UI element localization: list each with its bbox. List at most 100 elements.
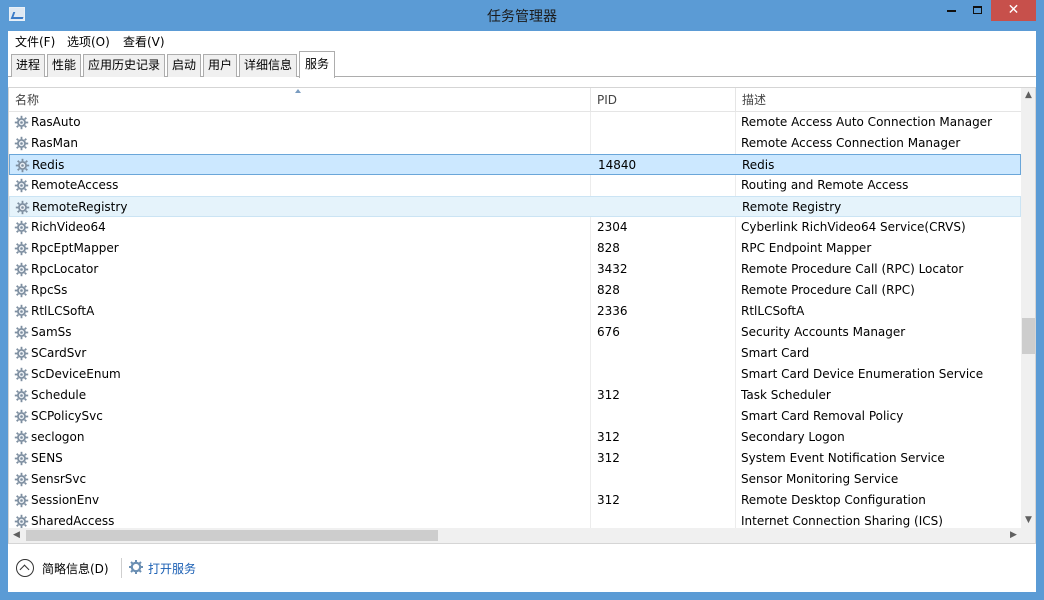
tab-bar: 进程 性能 应用历史记录 启动 用户 详细信息 服务 [8,51,1036,78]
menu-file[interactable]: 文件(F) [15,33,55,50]
maximize-icon [972,5,982,14]
menu-bar: 文件(F) 选项(O) 查看(V) [8,31,1036,51]
minimize-button[interactable] [939,0,964,21]
service-name: RtlLCSoftA [31,304,95,318]
tab-services[interactable]: 服务 [299,51,335,78]
table-row[interactable]: RemoteRegistry Remote Registry [9,196,1021,217]
scroll-left-icon[interactable]: ◀ [9,528,24,543]
vertical-scroll-thumb[interactable] [1022,318,1035,354]
service-description: Security Accounts Manager [741,325,906,339]
minimize-icon [947,9,956,12]
service-name: SCPolicySvc [31,409,103,423]
service-description: Task Scheduler [741,388,831,402]
tab-app-history[interactable]: 应用历史记录 [83,54,165,77]
tab-users[interactable]: 用户 [203,54,237,77]
service-pid: 828 [597,241,620,255]
close-icon: ✕ [1007,2,1020,18]
service-description: Smart Card Removal Policy [741,409,904,423]
service-name: SamSs [31,325,72,339]
tab-processes[interactable]: 进程 [11,54,45,77]
horizontal-scrollbar[interactable]: ◀ ▶ [9,528,1021,543]
maximize-button[interactable] [964,0,990,21]
service-name: SessionEnv [31,493,100,507]
service-name: SENS [31,451,63,465]
service-description: Redis [742,158,775,172]
scroll-right-icon[interactable]: ▶ [1006,528,1021,543]
service-pid: 2336 [597,304,628,318]
table-row[interactable]: RtlLCSoftA 2336 RtlLCSoftA [9,301,1021,322]
fewer-details-button[interactable]: 简略信息(D) [42,560,109,577]
title-bar[interactable]: 任务管理器 ✕ [0,0,1044,31]
gear-icon [14,367,29,382]
collapse-icon[interactable] [16,559,34,577]
tab-startup[interactable]: 启动 [167,54,201,77]
gear-icon [14,409,29,424]
tab-details[interactable]: 详细信息 [239,54,297,77]
gear-icon [14,472,29,487]
table-row[interactable]: RpcSs 828 Remote Procedure Call (RPC) [9,280,1021,301]
table-row[interactable]: RpcEptMapper 828 RPC Endpoint Mapper [9,238,1021,259]
footer-bar: 简略信息(D) 打开服务 [8,544,1036,592]
service-description: Sensor Monitoring Service [741,472,899,486]
gear-icon [14,493,29,508]
table-row[interactable]: RasAuto Remote Access Auto Connection Man… [9,112,1021,133]
table-row[interactable]: SensrSvc Sensor Monitoring Service [9,469,1021,490]
gear-icon [14,241,29,256]
service-description: Smart Card Device Enumeration Service [741,367,984,381]
open-services-link[interactable]: 打开服务 [148,560,196,577]
menu-options[interactable]: 选项(O) [67,33,110,50]
service-name: RichVideo64 [31,220,106,234]
service-description: Remote Access Auto Connection Manager [741,115,992,129]
column-header-description[interactable]: 描述 [736,88,1021,112]
window-title: 任务管理器 [487,9,557,25]
table-row[interactable]: Schedule 312 Task Scheduler [9,385,1021,406]
table-row[interactable]: RpcLocator 3432 Remote Procedure Call (RPC… [9,259,1021,280]
service-pid: 14840 [598,158,637,172]
column-header-pid[interactable]: PID [591,88,736,112]
table-row[interactable]: SCPolicySvc Smart Card Removal Policy [9,406,1021,427]
table-row[interactable]: RemoteAccess Routing and Remote Access [9,175,1021,196]
gear-icon [14,325,29,340]
table-row[interactable]: ScDeviceEnum Smart Card Device Enumeratio… [9,364,1021,385]
service-description: Secondary Logon [741,430,845,444]
table-row[interactable]: seclogon 312 Secondary Logon [9,427,1021,448]
service-pid: 312 [597,493,620,507]
service-pid: 2304 [597,220,628,234]
table-row[interactable]: SessionEnv 312 Remote Desktop Configuratio… [9,490,1021,511]
table-row[interactable]: SamSs 676 Security Accounts Manager [9,322,1021,343]
table-row[interactable]: SharedAccess Internet Connection Sharing … [9,511,1021,528]
gear-icon [14,451,29,466]
gear-icon [15,158,30,173]
gear-icon [14,220,29,235]
table-row[interactable]: SENS 312 System Event Notification Service [9,448,1021,469]
service-description: Cyberlink RichVideo64 Service(CRVS) [741,220,966,234]
service-name: SensrSvc [31,472,87,486]
gear-icon [14,346,29,361]
service-pid: 828 [597,283,620,297]
service-name: seclogon [31,430,85,444]
column-header-row: 名称 PID 描述 [9,88,1021,112]
gear-icon [14,262,29,277]
scrollbar-corner [1021,528,1035,543]
gear-icon [15,200,30,215]
close-button[interactable]: ✕ [991,0,1036,21]
table-row[interactable]: SCardSvr Smart Card [9,343,1021,364]
horizontal-scroll-thumb[interactable] [26,530,438,541]
gear-icon [14,136,29,151]
scroll-down-icon[interactable]: ▼ [1021,513,1035,528]
tab-performance[interactable]: 性能 [47,54,81,77]
vertical-scrollbar[interactable]: ▲ ▼ [1021,88,1035,528]
table-row[interactable]: RichVideo64 2304 Cyberlink RichVideo64 Ser… [9,217,1021,238]
gear-icon [14,430,29,445]
service-description: RtlLCSoftA [741,304,805,318]
gear-icon [14,514,29,528]
table-row[interactable]: RasMan Remote Access Connection Manager [9,133,1021,154]
scroll-up-icon[interactable]: ▲ [1021,88,1035,103]
services-list-panel: 名称 PID 描述 RasAuto Remote Access Auto Conn… [8,87,1036,544]
table-row[interactable]: Redis 14840 Redis [9,154,1021,175]
menu-view[interactable]: 查看(V) [123,33,165,50]
service-pid: 312 [597,388,620,402]
service-pid: 312 [597,430,620,444]
service-rows: RasAuto Remote Access Auto Connection Man… [9,112,1021,528]
service-name: RemoteAccess [31,178,119,192]
